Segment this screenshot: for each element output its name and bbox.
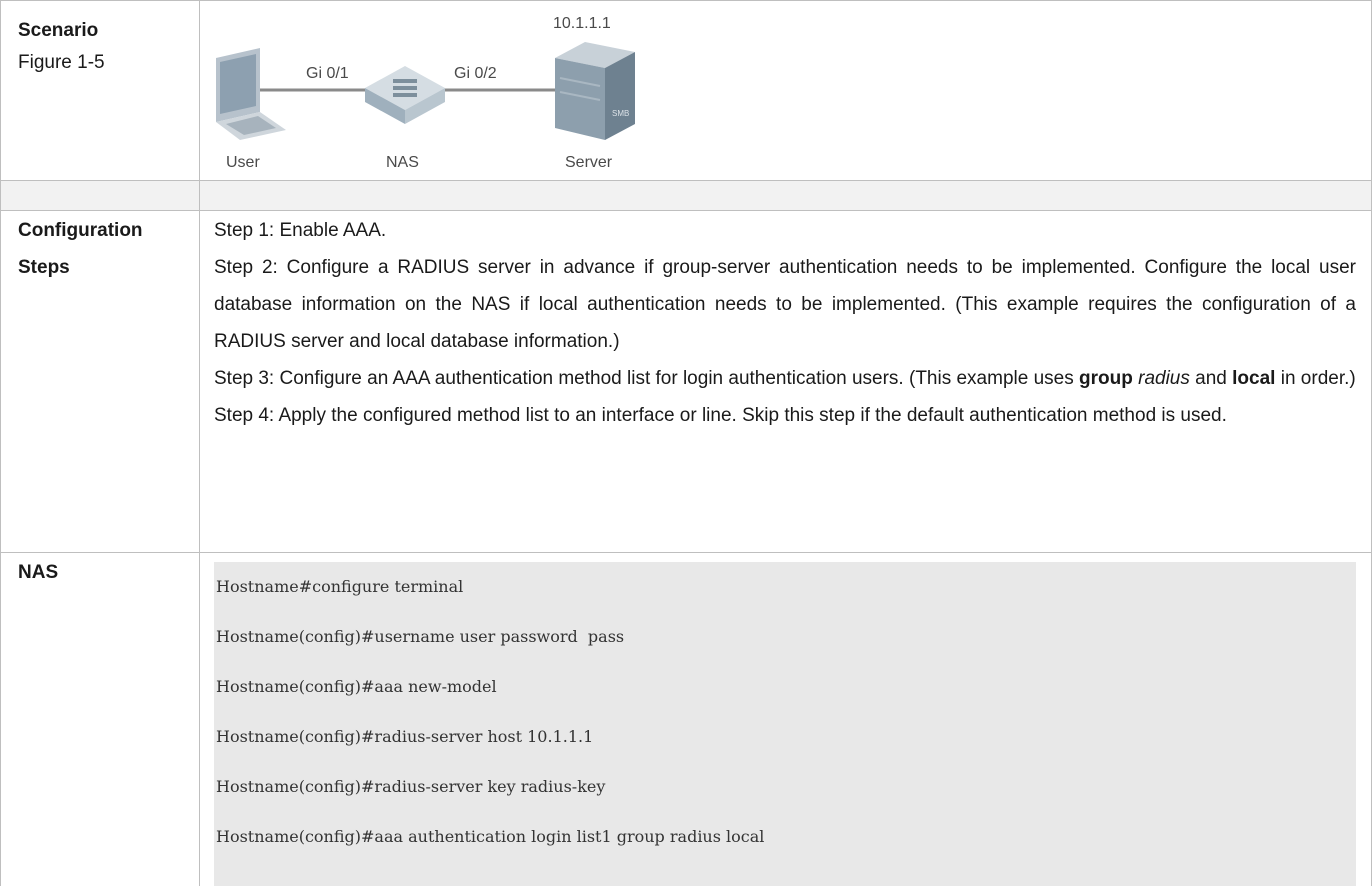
row-divider (0, 552, 1372, 553)
step-2: Step 2: Configure a RADIUS server in adv… (214, 257, 1356, 352)
blank-content-cell (200, 180, 1372, 210)
table-border-top (0, 0, 1372, 1)
nas-label: NAS (18, 562, 59, 583)
config-table: Scenario Figure 1-5 SMB 10.1.1.1 Gi 0/1 … (0, 0, 1372, 886)
steps-label-cell: Configuration Steps (0, 210, 200, 552)
step-3: Step 3: Configure an AAA authentication … (214, 368, 1356, 389)
step-4: Step 4: Apply the configured method list… (214, 405, 1227, 426)
steps-content-cell: Step 1: Enable AAA. Step 2: Configure a … (200, 210, 1372, 552)
server-ip-label: 10.1.1.1 (553, 15, 611, 32)
link2-label: Gi 0/2 (454, 65, 497, 82)
code-line: Hostname(config)#aaa new-model (216, 677, 497, 696)
laptop-icon (216, 48, 286, 140)
link1-label: Gi 0/1 (306, 65, 349, 82)
table-border-left (0, 0, 1, 886)
switch-icon (365, 66, 445, 124)
server-label: Server (565, 154, 613, 171)
steps-label-line2: Steps (18, 257, 70, 278)
code-block: Hostname#configure terminal Hostname(con… (214, 562, 1356, 886)
code-line: Hostname(config)#radius-server key radiu… (216, 777, 606, 796)
row-divider (0, 210, 1372, 211)
blank-label-cell (0, 180, 200, 210)
scenario-label-cell: Scenario Figure 1-5 (0, 0, 200, 180)
steps-label-line1: Configuration (18, 220, 143, 241)
svg-text:SMB: SMB (612, 109, 629, 118)
step-1: Step 1: Enable AAA. (214, 220, 387, 241)
scenario-diagram-cell: SMB 10.1.1.1 Gi 0/1 Gi 0/2 User NAS Serv… (200, 0, 1372, 180)
nas-label: NAS (386, 154, 419, 171)
code-line: Hostname(config)#username user password … (216, 627, 625, 646)
network-topology-diagram: SMB 10.1.1.1 Gi 0/1 Gi 0/2 User NAS Serv… (216, 15, 635, 171)
code-line: Hostname(config)#radius-server host 10.1… (216, 727, 594, 746)
nas-label-cell: NAS (0, 552, 200, 886)
code-line: Hostname(config)#aaa authentication logi… (216, 827, 765, 846)
row-divider (0, 180, 1372, 181)
nas-content-cell: Hostname#configure terminal Hostname(con… (200, 552, 1372, 886)
steps-text: Step 1: Enable AAA. Step 2: Configure a … (214, 212, 1356, 434)
figure-reference: Figure 1-5 (18, 52, 105, 73)
user-label: User (226, 154, 260, 171)
code-line: Hostname#configure terminal (216, 577, 464, 596)
column-divider (199, 0, 200, 886)
server-icon: SMB (555, 42, 635, 140)
